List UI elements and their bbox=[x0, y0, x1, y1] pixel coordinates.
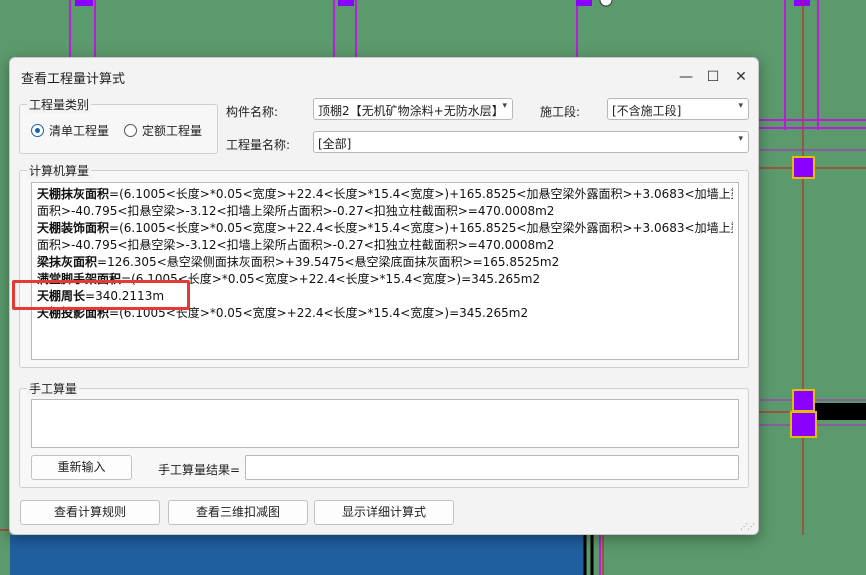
component-name-value: 顶棚2【无机矿物涂料+无防水层】 bbox=[318, 104, 504, 118]
radio-bill-quantity-label: 清单工程量 bbox=[49, 124, 110, 138]
chevron-down-icon: ▾ bbox=[738, 101, 743, 111]
calculation-formula-dialog: 查看工程量计算式 — ☐ ✕ 工程量类别 清单工程量 定额工程量 构件名称: 顶… bbox=[9, 57, 759, 535]
manual-calc-group-label: 手工算量 bbox=[27, 380, 80, 397]
radio-quota-quantity[interactable]: 定额工程量 bbox=[124, 122, 202, 139]
component-name-label: 构件名称: bbox=[226, 105, 279, 119]
calc-line-formula: 面积>-40.795<扣悬空梁>-3.12<扣墙上梁所占面积>-0.27<扣独立… bbox=[37, 238, 555, 252]
calc-line: 面积>-40.795<扣悬空梁>-3.12<扣墙上梁所占面积>-0.27<扣独立… bbox=[37, 237, 733, 254]
calc-line-formula: =126.305<悬空梁侧面抹灰面积>+39.5475<悬空梁底面抹灰面积>=1… bbox=[97, 255, 560, 269]
construction-stage-select[interactable]: [不含施工段] ▾ bbox=[607, 98, 749, 120]
radio-quota-quantity-label: 定额工程量 bbox=[142, 124, 203, 138]
calc-line-formula: =(6.1005<长度>*0.05<宽度>+22.4<长度>*15.4<宽度>)… bbox=[109, 306, 529, 320]
maximize-icon[interactable]: ☐ bbox=[702, 66, 724, 88]
calc-line-formula: =(6.1005<长度>*0.05<宽度>+22.4<长度>*15.4<宽度>)… bbox=[109, 187, 733, 201]
calc-line-formula: =340.2113m bbox=[85, 289, 165, 303]
calc-line-name: 梁抹灰面积 bbox=[37, 255, 98, 269]
calc-line: 天棚抹灰面积=(6.1005<长度>*0.05<宽度>+22.4<长度>*15.… bbox=[37, 186, 733, 203]
manual-result-label: 手工算量结果= bbox=[158, 463, 241, 477]
calc-line-name: 天棚周长 bbox=[37, 289, 86, 303]
radio-bill-quantity[interactable]: 清单工程量 bbox=[31, 122, 109, 139]
calc-line: 天棚周长=340.2113m bbox=[37, 288, 733, 305]
view-3d-deduction-button[interactable]: 查看三维扣减图 bbox=[168, 500, 308, 525]
chevron-down-icon: ▾ bbox=[502, 101, 507, 111]
component-name-select[interactable]: 顶棚2【无机矿物涂料+无防水层】 ▾ bbox=[313, 98, 513, 120]
calc-line-name: 天棚抹灰面积 bbox=[37, 187, 110, 201]
calc-line-name: 天棚投影面积 bbox=[37, 306, 110, 320]
calc-line-name: 天棚装饰面积 bbox=[37, 221, 110, 235]
calc-line: 梁抹灰面积=126.305<悬空梁侧面抹灰面积>+39.5475<悬空梁底面抹灰… bbox=[37, 254, 733, 271]
resize-grip-icon[interactable]: ⋰⋰ bbox=[740, 522, 755, 531]
radio-selected-icon bbox=[31, 124, 44, 137]
show-detailed-formula-button[interactable]: 显示详细计算式 bbox=[314, 500, 454, 525]
calc-line-formula: =(6.1005<长度>*0.05<宽度>+22.4<长度>*15.4<宽度>)… bbox=[121, 272, 541, 286]
chevron-down-icon: ▾ bbox=[738, 134, 743, 144]
computer-calc-text-area[interactable]: 天棚抹灰面积=(6.1005<长度>*0.05<宽度>+22.4<长度>*15.… bbox=[31, 182, 739, 360]
quantity-name-label: 工程量名称: bbox=[226, 138, 291, 152]
calc-line-name: 满堂脚手架面积 bbox=[37, 272, 122, 286]
calc-line: 天棚装饰面积=(6.1005<长度>*0.05<宽度>+22.4<长度>*15.… bbox=[37, 220, 733, 237]
manual-calc-input[interactable] bbox=[31, 399, 739, 448]
calc-line-formula: 面积>-40.795<扣悬空梁>-3.12<扣墙上梁所占面积>-0.27<扣独立… bbox=[37, 204, 555, 218]
calc-line: 满堂脚手架面积=(6.1005<长度>*0.05<宽度>+22.4<长度>*15… bbox=[37, 271, 733, 288]
calc-line: 天棚投影面积=(6.1005<长度>*0.05<宽度>+22.4<长度>*15.… bbox=[37, 305, 733, 322]
radio-unselected-icon bbox=[124, 124, 137, 137]
view-calc-rules-button[interactable]: 查看计算规则 bbox=[20, 500, 160, 525]
computer-calc-group-label: 计算机算量 bbox=[27, 162, 92, 179]
calc-line: 面积>-40.795<扣悬空梁>-3.12<扣墙上梁所占面积>-0.27<扣独立… bbox=[37, 203, 733, 220]
quantity-name-value: [全部] bbox=[318, 137, 352, 151]
minimize-icon[interactable]: — bbox=[675, 66, 697, 88]
dialog-title: 查看工程量计算式 bbox=[21, 72, 126, 87]
construction-stage-value: [不含施工段] bbox=[612, 104, 682, 118]
calc-line-formula: =(6.1005<长度>*0.05<宽度>+22.4<长度>*15.4<宽度>)… bbox=[109, 221, 733, 235]
manual-result-field[interactable] bbox=[245, 455, 739, 480]
quantity-name-select[interactable]: [全部] ▾ bbox=[313, 131, 749, 153]
reinput-button[interactable]: 重新输入 bbox=[31, 455, 132, 480]
quantity-type-group-label: 工程量类别 bbox=[27, 96, 92, 113]
dialog-titlebar[interactable]: 查看工程量计算式 — ☐ ✕ bbox=[10, 58, 758, 94]
close-icon[interactable]: ✕ bbox=[730, 66, 752, 88]
construction-stage-label: 施工段: bbox=[540, 105, 581, 119]
